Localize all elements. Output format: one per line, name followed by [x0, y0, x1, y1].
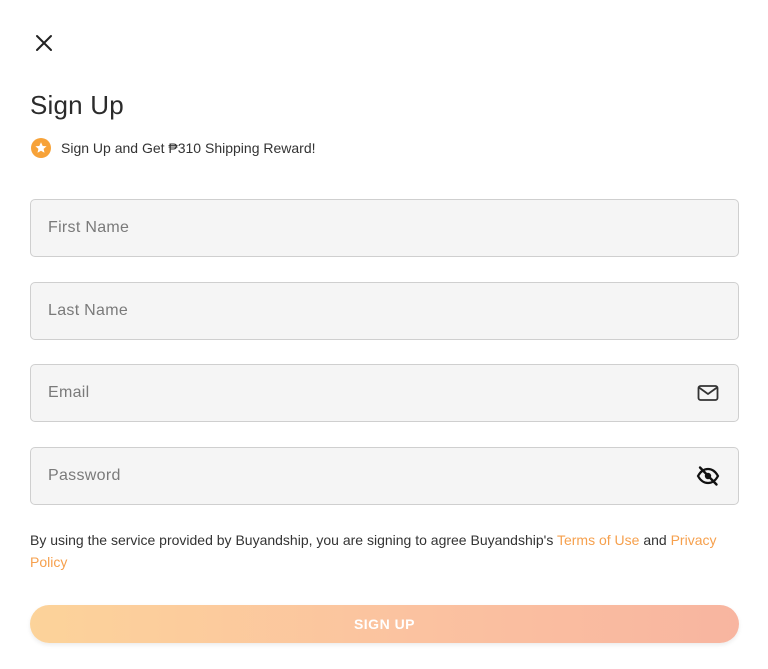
- last-name-field[interactable]: [30, 282, 739, 340]
- close-button[interactable]: [32, 31, 56, 55]
- password-input[interactable]: [48, 448, 696, 504]
- signup-modal: Sign Up Sign Up and Get ₱310 Shipping Re…: [0, 0, 768, 669]
- reward-banner: Sign Up and Get ₱310 Shipping Reward!: [31, 138, 316, 158]
- page-title: Sign Up: [30, 90, 124, 120]
- star-badge-icon: [31, 138, 51, 158]
- close-icon: [36, 35, 52, 51]
- eye-off-icon[interactable]: [696, 464, 720, 488]
- envelope-icon: [696, 381, 720, 405]
- terms-of-use-link[interactable]: Terms of Use: [557, 532, 639, 548]
- terms-text: By using the service provided by Buyands…: [30, 529, 742, 573]
- reward-text: Sign Up and Get ₱310 Shipping Reward!: [61, 140, 316, 156]
- sign-up-button[interactable]: SIGN UP: [30, 605, 739, 643]
- password-field[interactable]: [30, 447, 739, 505]
- email-field[interactable]: [30, 364, 739, 422]
- terms-prefix: By using the service provided by Buyands…: [30, 532, 557, 548]
- first-name-field[interactable]: [30, 199, 739, 257]
- email-input[interactable]: [48, 365, 696, 421]
- last-name-input[interactable]: [48, 283, 720, 339]
- first-name-input[interactable]: [48, 200, 720, 256]
- terms-middle: and: [639, 532, 671, 548]
